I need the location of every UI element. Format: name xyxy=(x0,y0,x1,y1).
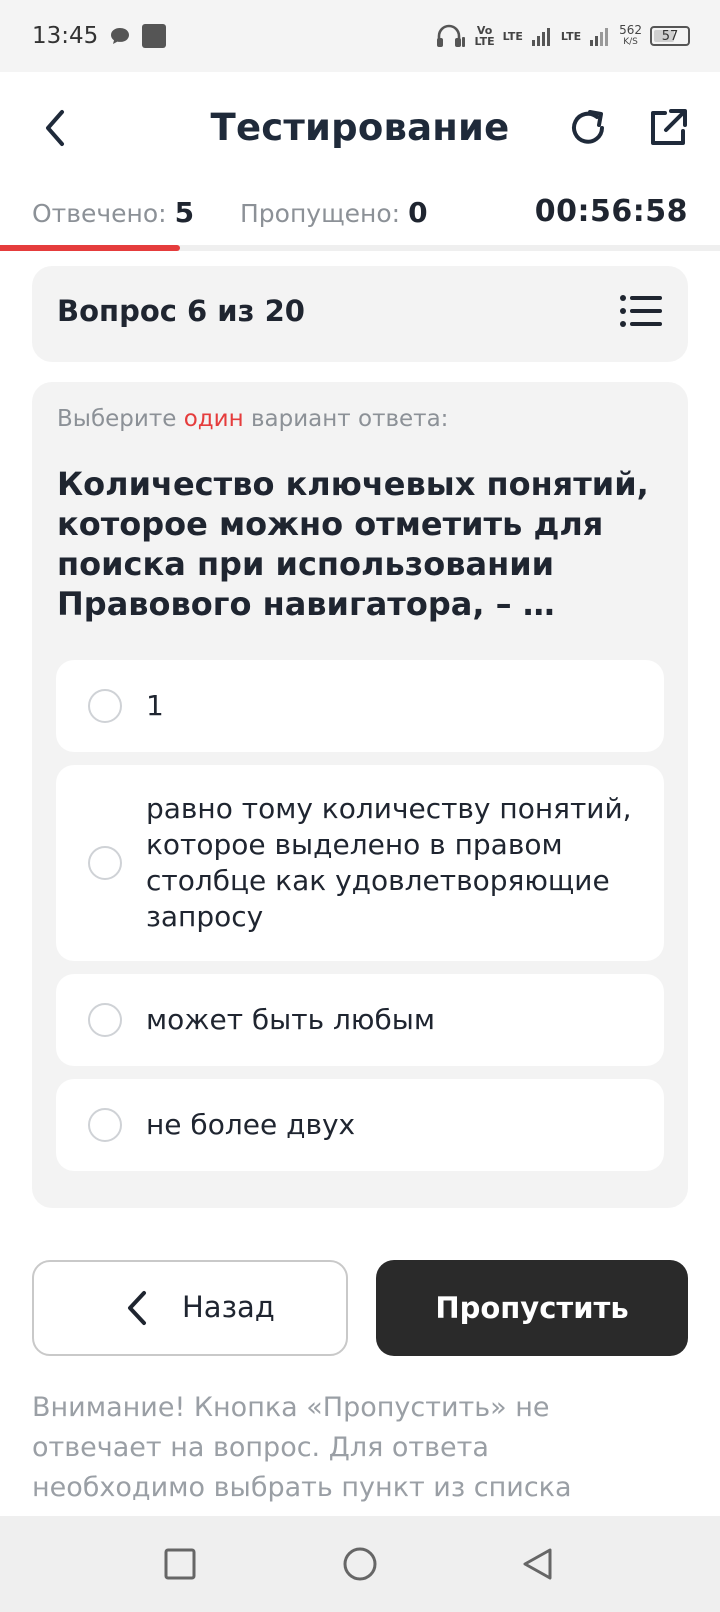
headphones-icon xyxy=(437,24,466,47)
answered-label: Отвечено: xyxy=(32,199,167,228)
home-icon[interactable] xyxy=(342,1546,378,1582)
question-header-card: Вопрос 6 из 20 xyxy=(32,266,688,362)
question-counter: Вопрос 6 из 20 xyxy=(57,294,305,328)
radio-button[interactable] xyxy=(88,846,122,880)
radio-button[interactable] xyxy=(88,689,122,723)
option-label: 1 xyxy=(146,689,164,722)
instruction-suffix: вариант ответа: xyxy=(250,406,449,432)
network-label-2: LTE xyxy=(560,29,582,43)
battery-level: 57 xyxy=(661,28,679,44)
skipped-label: Пропущено: xyxy=(240,199,401,228)
question-list-icon[interactable] xyxy=(620,294,662,328)
back-button[interactable]: Назад xyxy=(32,1260,348,1356)
network-label-1: LTE xyxy=(502,29,523,43)
option-label: не более двух xyxy=(146,1108,356,1141)
skipped-stat: Пропущено: 0 xyxy=(240,196,428,229)
battery-icon: 57 xyxy=(650,26,690,46)
status-bar: 13:45 Vo LTE LTE LTE 562 K/S 57 xyxy=(0,0,720,72)
question-text: Количество ключевых понятий, которое мож… xyxy=(57,465,649,623)
progress-bar xyxy=(0,245,720,251)
volte-indicator: Vo LTE xyxy=(474,25,494,47)
answer-option-1[interactable]: 1 xyxy=(56,660,664,752)
network-speed: 562 K/S xyxy=(619,24,642,48)
recent-apps-icon[interactable] xyxy=(164,1548,196,1580)
test-stats: Отвечено: 5 Пропущено: 0 00:56:58 xyxy=(0,188,720,244)
app-header: Тестирование xyxy=(0,72,720,188)
answer-option-3[interactable]: может быть любым xyxy=(56,974,664,1066)
app-notification-icon xyxy=(142,24,167,48)
radio-button[interactable] xyxy=(88,1108,122,1142)
answer-instruction: Выберите один вариант ответа: xyxy=(57,406,448,432)
timer: 00:56:58 xyxy=(534,194,688,229)
external-link-icon[interactable] xyxy=(646,106,690,150)
option-label: может быть любым xyxy=(146,1003,435,1036)
volte-bottom: LTE xyxy=(474,35,495,48)
answered-stat: Отвечено: 5 xyxy=(32,196,194,229)
page-title: Тестирование xyxy=(210,106,510,149)
system-nav-bar xyxy=(0,1516,720,1612)
back-button-label: Назад xyxy=(182,1290,275,1324)
radio-button[interactable] xyxy=(88,1003,122,1037)
question-card: Выберите один вариант ответа: Количество… xyxy=(32,382,688,1208)
status-time: 13:45 xyxy=(32,23,99,49)
signal-icon-2 xyxy=(590,28,609,46)
progress-fill xyxy=(0,245,180,251)
skip-notice: Внимание! Кнопка «Пропустить» не отвечае… xyxy=(32,1392,572,1503)
refresh-icon[interactable] xyxy=(566,106,610,150)
skipped-count: 0 xyxy=(408,196,428,229)
answer-option-4[interactable]: не более двух xyxy=(56,1079,664,1171)
nav-back-icon[interactable] xyxy=(520,1546,556,1582)
status-left: 13:45 xyxy=(32,23,167,49)
speed-value: 562 xyxy=(619,23,642,37)
answer-option-2[interactable]: равно тому количеству понятий, которое в… xyxy=(56,765,664,961)
option-label: равно тому количеству понятий, которое в… xyxy=(146,792,632,933)
status-right: Vo LTE LTE LTE 562 K/S 57 xyxy=(436,24,690,48)
instruction-highlight: один xyxy=(183,406,244,432)
chevron-left-icon xyxy=(128,1291,146,1325)
skip-button[interactable]: Пропустить xyxy=(376,1260,688,1356)
answered-count: 5 xyxy=(174,196,195,229)
signal-icon-1 xyxy=(531,28,550,46)
message-icon xyxy=(111,28,130,44)
instruction-prefix: Выберите xyxy=(57,406,177,432)
speed-unit: K/S xyxy=(623,37,638,47)
